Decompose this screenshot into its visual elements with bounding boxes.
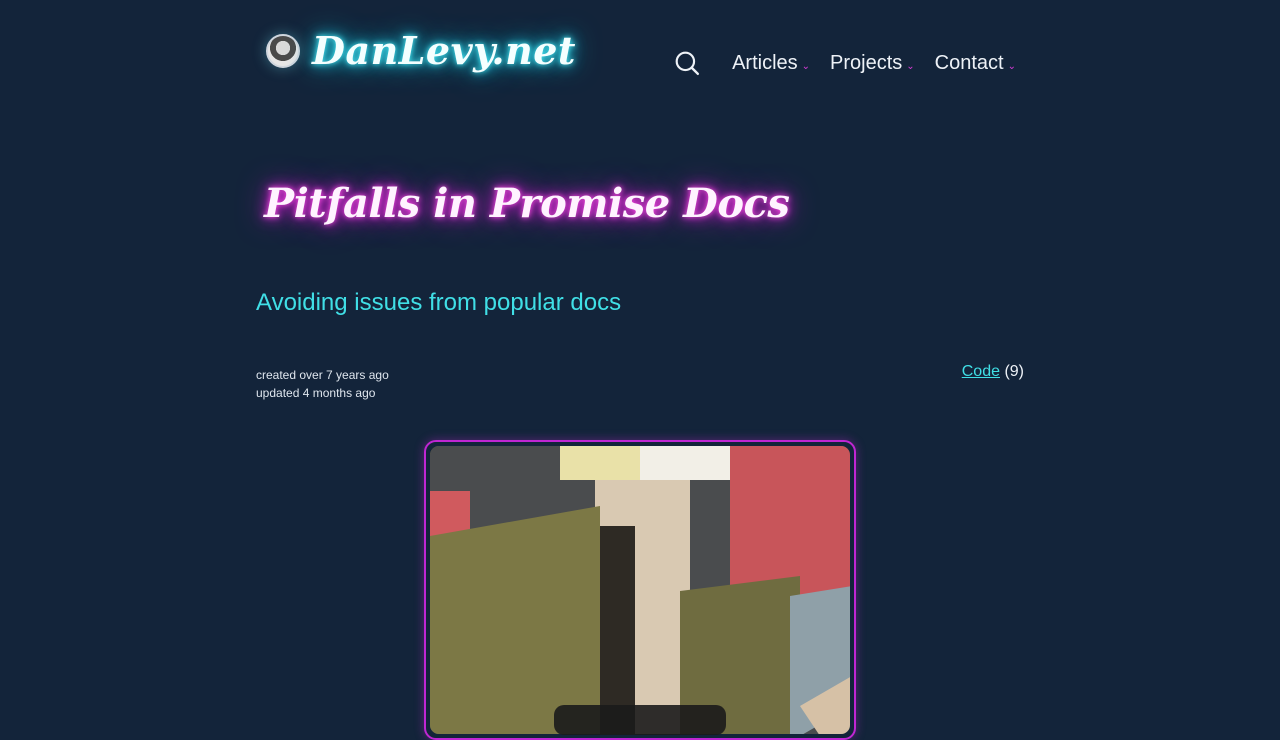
nav-contact[interactable]: Contact ⌄ — [935, 52, 1016, 75]
created-date: created over 7 years ago — [256, 368, 389, 382]
search-icon[interactable] — [674, 50, 700, 76]
hero-image-frame — [424, 440, 856, 740]
nav-contact-label: Contact — [934, 51, 1004, 74]
site-header: DanLevy.net Articles ⌄ Projects ⌄ Contac… — [256, 24, 1024, 104]
nav-articles[interactable]: Articles ⌄ — [732, 52, 810, 75]
updated-date: updated 4 months ago — [256, 386, 376, 400]
post-dates: created over 7 years ago updated 4 month… — [256, 366, 389, 402]
page-subtitle: Avoiding issues from popular docs — [256, 289, 622, 316]
main-nav: Articles ⌄ Projects ⌄ Contact ⌄ — [674, 50, 1016, 76]
avatar — [266, 34, 300, 68]
image-toolbar[interactable] — [554, 705, 726, 735]
chevron-down-icon: ⌄ — [906, 60, 915, 72]
nav-projects-label: Projects — [830, 51, 903, 74]
nav-articles-label: Articles — [732, 51, 798, 74]
tag-link-code[interactable]: Code — [962, 363, 1000, 380]
site-logo-link[interactable]: DanLevy.net — [266, 32, 576, 70]
site-logo-text: DanLevy.net — [312, 28, 576, 73]
post-tags: Code (9) — [962, 363, 1024, 381]
chevron-down-icon: ⌄ — [801, 60, 811, 72]
tag-count: (9) — [1004, 363, 1024, 380]
page-title: Pitfalls in Promise Docs — [264, 180, 790, 227]
hero-image — [430, 446, 850, 734]
chevron-down-icon: ⌄ — [1007, 60, 1016, 72]
nav-projects[interactable]: Projects ⌄ — [830, 52, 915, 75]
